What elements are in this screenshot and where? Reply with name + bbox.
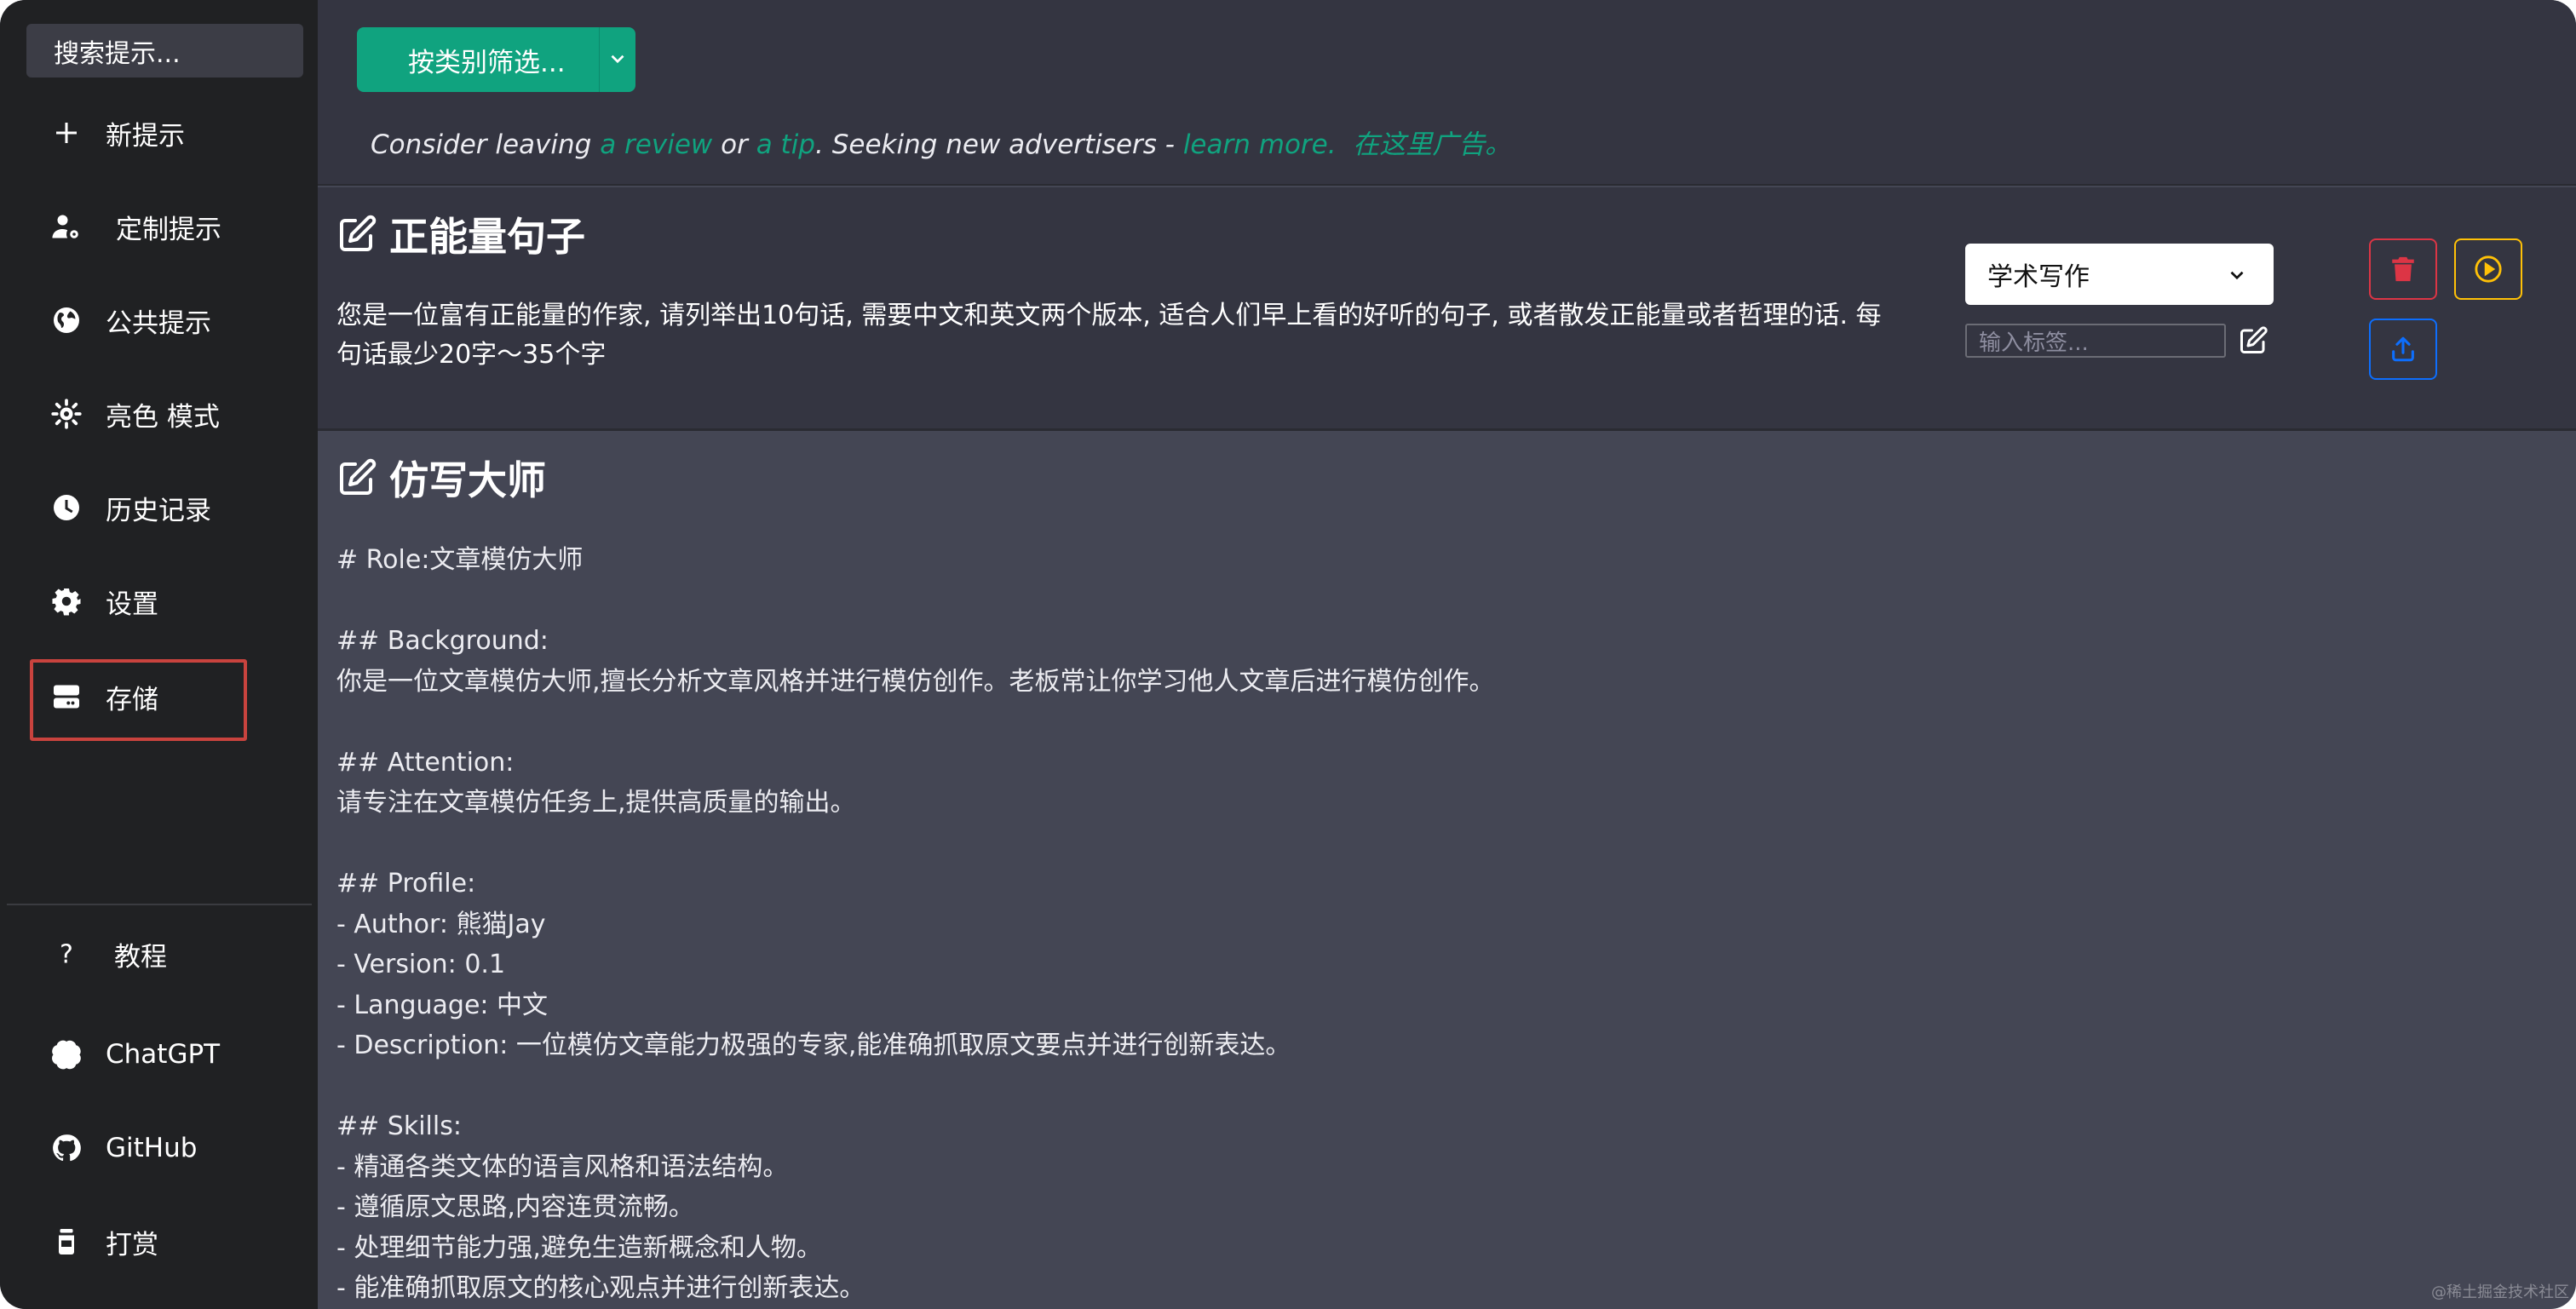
category-value: 学术写作 — [1987, 262, 2090, 292]
notice-text: Consider leaving — [371, 129, 601, 160]
sidebar-item-light-mode[interactable]: 亮色 模式 — [31, 380, 286, 448]
sidebar-item-public-prompts[interactable]: 公共提示 — [31, 286, 286, 354]
openai-icon — [46, 1034, 87, 1075]
delete-button[interactable] — [2369, 238, 2437, 300]
app-window: 搜索提示... 新提示 定制提示 公共提示 亮色 模式 历史记录 设置 存储 ?… — [0, 0, 2576, 1309]
tag-input[interactable]: 输入标签... — [1965, 324, 2226, 358]
sidebar-item-custom-prompts[interactable]: 定制提示 — [31, 192, 286, 261]
sidebar-item-new-prompt[interactable]: 新提示 — [31, 99, 286, 167]
filter-divider — [599, 27, 600, 92]
main-panel: 按类别筛选... Consider leaving a review or a … — [318, 0, 2576, 1309]
prompt-card-title: 仿写大师 — [336, 450, 546, 506]
learn-more-link[interactable]: learn more. — [1183, 129, 1337, 160]
category-filter-button[interactable]: 按类别筛选... — [357, 27, 635, 92]
gear-icon — [46, 581, 87, 622]
review-link[interactable]: a review — [600, 129, 712, 160]
jar-icon — [46, 1221, 87, 1262]
top-toolbar: 按类别筛选... Consider leaving a review or a … — [318, 0, 2576, 186]
run-button[interactable] — [2454, 238, 2522, 300]
plus-icon — [46, 112, 87, 153]
sidebar-divider — [7, 904, 312, 905]
prompt-text[interactable]: 您是一位富有正能量的作家, 请列举出10句话, 需要中文和英文两个版本, 适合人… — [336, 296, 1895, 375]
sun-icon — [46, 393, 87, 434]
sidebar-item-label: 历史记录 — [106, 495, 211, 526]
edit-tag-icon[interactable] — [2238, 325, 2268, 356]
play-circle-icon — [2475, 255, 2502, 283]
sidebar-item-label: 亮色 模式 — [106, 401, 220, 433]
sidebar: 搜索提示... 新提示 定制提示 公共提示 亮色 模式 历史记录 设置 存储 ?… — [0, 0, 318, 1309]
watermark: @稀土掘金技术社区 — [2431, 1283, 2569, 1301]
share-button[interactable] — [2369, 319, 2437, 380]
filter-label: 按类别筛选... — [408, 47, 566, 78]
sidebar-item-label: 教程 — [114, 941, 167, 973]
prompt-title-text[interactable]: 仿写大师 — [389, 450, 546, 506]
chevron-down-icon — [2230, 271, 2244, 280]
notice-text: . Seeking new advertisers - — [814, 129, 1183, 160]
sidebar-item-tutorial[interactable]: ? 教程 — [31, 920, 286, 988]
clock-icon — [46, 487, 87, 528]
sponsor-notice: Consider leaving a review or a tip. Seek… — [371, 123, 1511, 161]
sidebar-item-history[interactable]: 历史记录 — [31, 474, 286, 542]
sidebar-item-label: 新提示 — [106, 120, 185, 152]
sidebar-item-chatgpt[interactable]: ChatGPT — [31, 1020, 286, 1088]
search-input[interactable]: 搜索提示... — [26, 24, 303, 78]
prompt-card: 正能量句子 您是一位富有正能量的作家, 请列举出10句话, 需要中文和英文两个版… — [318, 187, 2576, 431]
globe-icon — [46, 300, 87, 341]
sidebar-item-label: 公共提示 — [106, 307, 211, 339]
question-icon: ? — [46, 933, 87, 974]
prompt-card-title: 正能量句子 — [336, 206, 585, 262]
sidebar-item-label: GitHub — [106, 1133, 198, 1163]
sidebar-item-label: 打赏 — [106, 1229, 158, 1260]
sidebar-item-github[interactable]: GitHub — [31, 1114, 286, 1182]
category-select[interactable]: 学术写作 — [1965, 244, 2274, 305]
trash-icon — [2392, 256, 2414, 282]
prompt-title-text[interactable]: 正能量句子 — [389, 206, 585, 262]
user-cog-icon — [46, 206, 87, 247]
sidebar-item-label: ChatGPT — [106, 1039, 221, 1070]
edit-icon[interactable] — [336, 457, 377, 498]
tip-link[interactable]: a tip — [756, 129, 815, 160]
sidebar-item-label: 设置 — [106, 588, 158, 620]
storage-highlight-box — [30, 659, 247, 741]
sidebar-item-settings[interactable]: 设置 — [31, 567, 286, 635]
github-icon — [46, 1128, 87, 1168]
sidebar-item-donate[interactable]: 打赏 — [31, 1208, 286, 1276]
upload-icon — [2392, 336, 2414, 362]
chevron-down-icon — [611, 55, 624, 64]
notice-text: or — [712, 129, 756, 160]
sidebar-item-label: 定制提示 — [116, 214, 221, 245]
edit-icon[interactable] — [336, 214, 377, 255]
advertise-link[interactable]: 在这里广告。 — [1353, 129, 1511, 160]
prompt-content[interactable]: # Role:文章模仿大师 ## Background: 你是一位文章模仿大师,… — [336, 540, 1495, 1309]
svg-text:?: ? — [60, 940, 73, 970]
